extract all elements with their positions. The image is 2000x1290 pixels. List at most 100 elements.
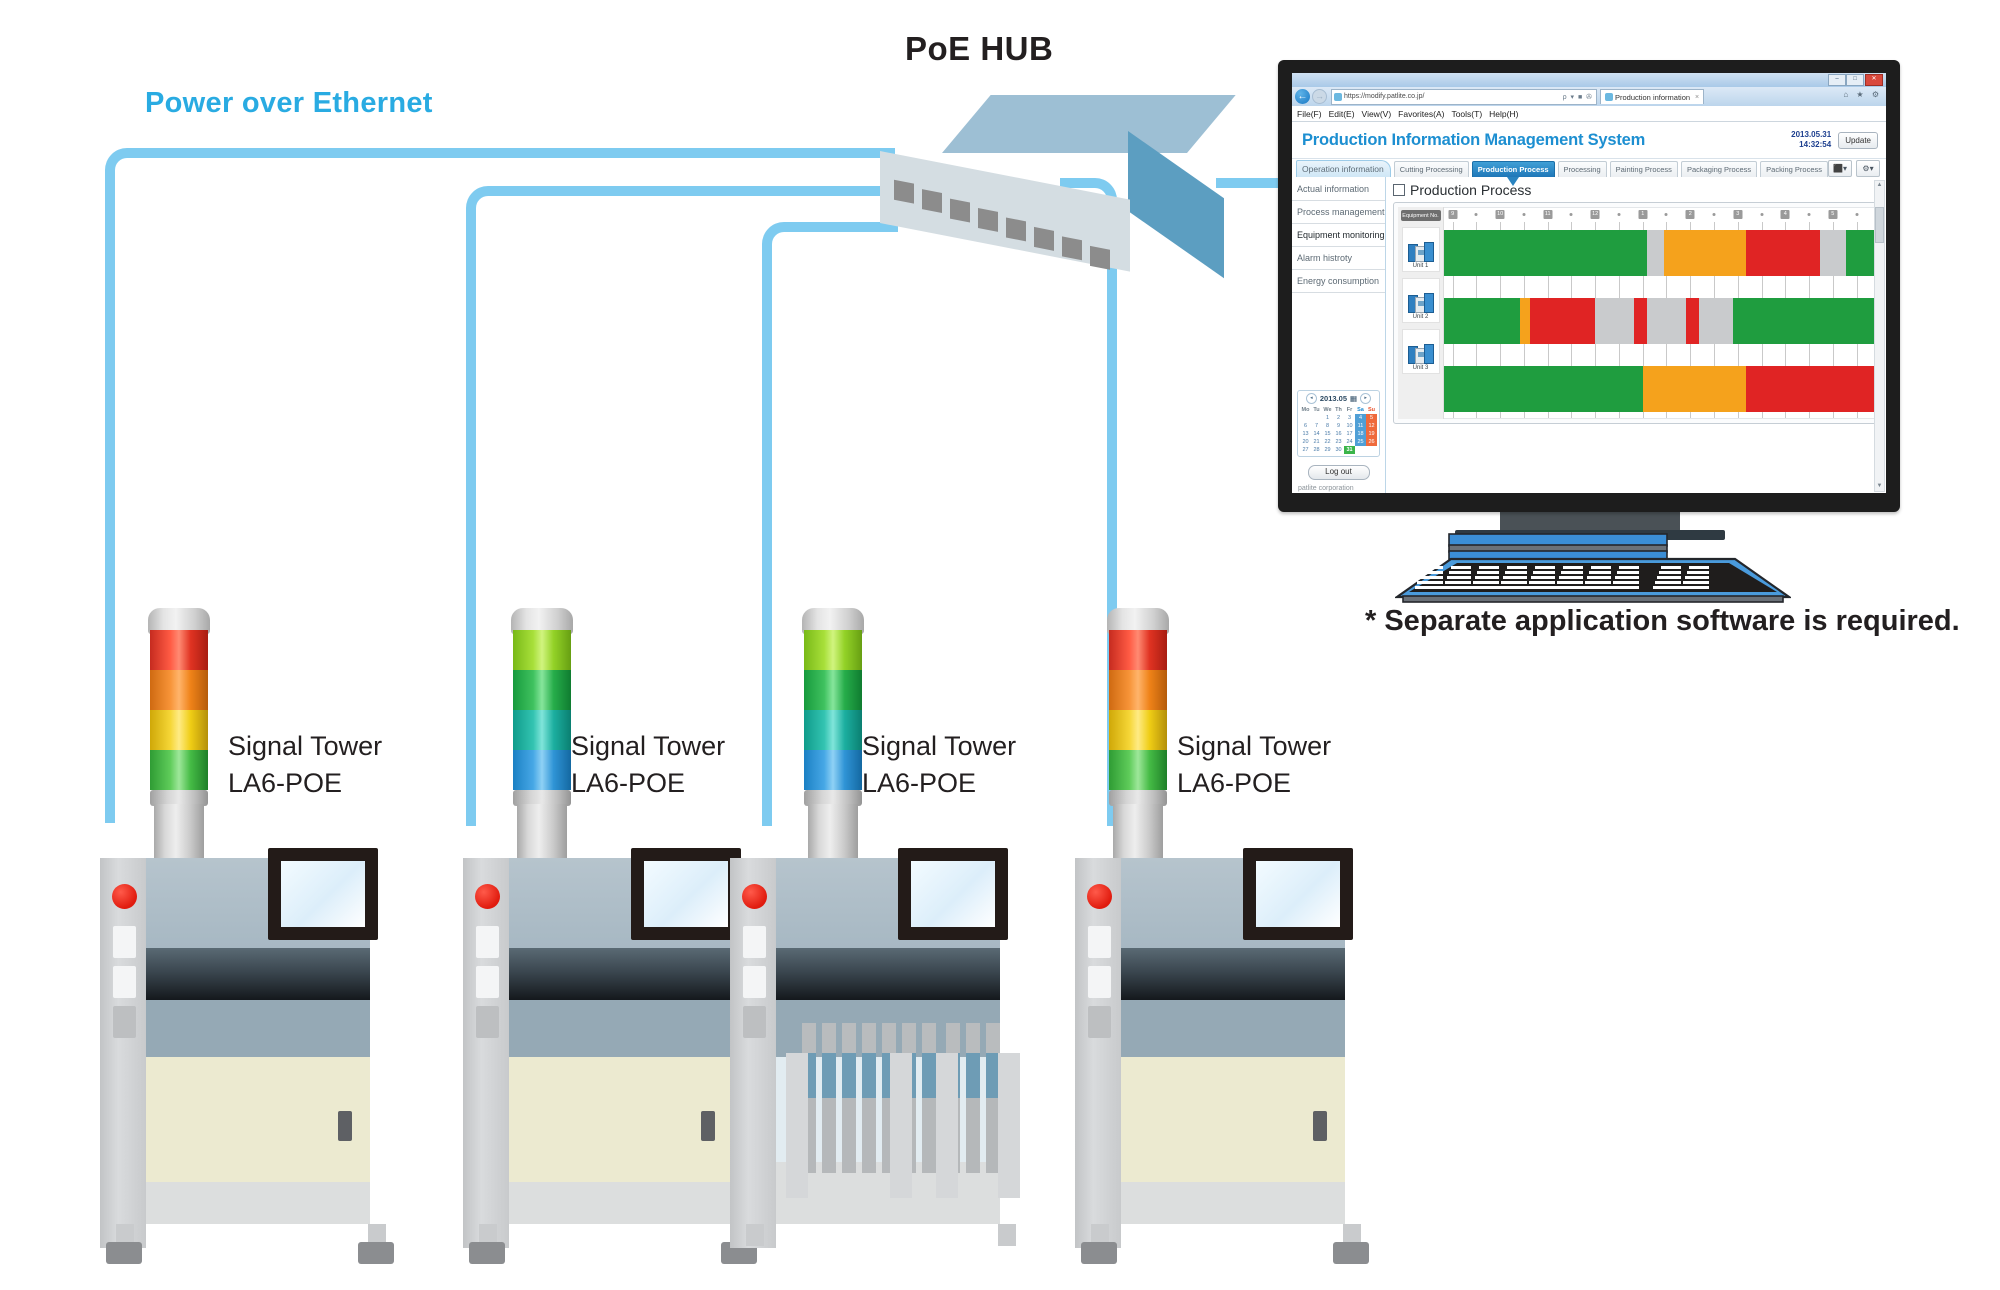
tab-production-process[interactable]: Production Process [1471,161,1555,186]
calendar-day[interactable]: 27 [1300,446,1311,454]
calendar-day[interactable]: 14 [1311,430,1322,438]
chart-segment-idle[interactable] [1595,298,1635,344]
chart-segment-idle[interactable] [1647,230,1665,276]
sidebar-item-equipment-monitoring[interactable]: Equipment monitoring [1292,224,1385,247]
calendar-day[interactable]: 24 [1344,438,1355,446]
forward-arrow-icon[interactable]: → [1312,89,1327,104]
sidebar-item-alarm-history[interactable]: Alarm histroty [1292,247,1385,270]
gear-icon[interactable]: ⚙▾ [1856,160,1880,177]
chart-segment-warning[interactable] [1664,230,1747,276]
calendar-day[interactable]: 22 [1322,438,1333,446]
tab-operation-information[interactable]: Operation information [1296,160,1391,177]
chart-segment-warning[interactable] [1642,366,1747,412]
chart-segment-idle[interactable] [1698,298,1734,344]
folder-icon[interactable]: ⬛▾ [1828,160,1852,177]
calendar-day[interactable] [1366,446,1377,454]
calendar-day[interactable]: 3 [1344,414,1355,422]
tab-close-icon[interactable]: × [1695,94,1699,101]
machine-button[interactable] [1088,966,1111,998]
machine-button[interactable] [476,966,499,998]
calendar-day[interactable]: 18 [1355,430,1366,438]
calendar-day[interactable]: 21 [1311,438,1322,446]
machine-button[interactable] [113,1006,136,1038]
calendar-prev-icon[interactable]: ◂ [1305,393,1317,404]
calendar-day[interactable]: 7 [1311,422,1322,430]
machine-button[interactable] [743,966,766,998]
back-arrow-icon[interactable]: ← [1295,89,1310,104]
calendar-day[interactable]: 17 [1344,430,1355,438]
equipment-card-unit-3[interactable]: Unit 3 [1401,329,1440,374]
calendar-day[interactable]: 26 [1366,438,1377,446]
scroll-up-icon[interactable]: ▲ [1875,181,1884,190]
scroll-down-icon[interactable]: ▼ [1875,482,1884,491]
chart-scrollbar[interactable]: ▲ ▼ [1874,180,1885,492]
browser-toolbar-icons[interactable]: ⌂ ★ ⚙ [1843,90,1882,99]
calendar-day[interactable]: 8 [1322,422,1333,430]
tab-packing-process[interactable]: Packing Process [1760,161,1828,177]
calendar-widget[interactable]: ◂ 2013.05 ▦ ▸ Mo Tu We Th Fr Sa Su 1 2 3… [1297,390,1380,457]
calendar-day[interactable]: 6 [1300,422,1311,430]
calendar-day[interactable]: 25 [1355,438,1366,446]
sidebar-item-actual-information[interactable]: Actual information [1292,178,1385,201]
machine-hmi-screen[interactable] [631,848,741,940]
browser-tab[interactable]: Production information × [1600,89,1705,104]
machine-hmi-screen[interactable] [1243,848,1353,940]
sidebar-item-energy-consumption[interactable]: Energy consumption [1292,270,1385,293]
address-bar[interactable]: https://modify.patlite.co.jp/ ρ ▾ ■ ✇ [1331,88,1597,105]
calendar-day[interactable]: 16 [1333,430,1344,438]
chart-segment-running[interactable] [1733,298,1876,344]
calendar-day[interactable]: 11 [1355,422,1366,430]
tab-cutting-processing[interactable]: Cutting Processing [1393,161,1469,177]
calendar-day[interactable]: 28 [1311,446,1322,454]
machine-button[interactable] [476,1006,499,1038]
machine-button[interactable] [743,1006,766,1038]
chart-segment-alarm[interactable] [1746,366,1876,412]
menu-view[interactable]: View(V) [1362,109,1392,119]
calendar-day[interactable] [1311,414,1322,422]
calendar-day[interactable]: 2 [1333,414,1344,422]
update-button[interactable]: Update [1838,131,1878,149]
calendar-day[interactable]: 23 [1333,438,1344,446]
machine-button[interactable] [743,926,766,958]
equipment-card-unit-1[interactable]: Unit 1 [1401,227,1440,272]
calendar-next-icon[interactable]: ▸ [1360,393,1372,404]
chart-segment-idle[interactable] [1819,230,1846,276]
calendar-day[interactable]: 12 [1366,422,1377,430]
calendar-day[interactable]: 1 [1322,414,1333,422]
machine-hmi-screen[interactable] [268,848,378,940]
tab-packaging-process[interactable]: Packaging Process [1680,161,1758,177]
machine-button[interactable] [476,926,499,958]
machine-button[interactable] [1088,1006,1111,1038]
chart-segment-alarm[interactable] [1634,298,1648,344]
chart-segment-alarm[interactable] [1685,298,1699,344]
chart-segment-alarm[interactable] [1746,230,1820,276]
calendar-day[interactable]: 4 [1355,414,1366,422]
chart-segment-running[interactable] [1444,298,1520,344]
sidebar-item-process-management[interactable]: Process management [1292,201,1385,224]
logout-button[interactable]: Log out [1307,465,1370,480]
machine-button[interactable] [113,926,136,958]
close-button[interactable]: ✕ [1865,74,1883,86]
minimize-button[interactable]: – [1828,74,1846,86]
calendar-day[interactable]: 10 [1344,422,1355,430]
calendar-icon[interactable]: ▦ [1350,394,1357,403]
menu-tools[interactable]: Tools(T) [1451,109,1482,119]
calendar-day[interactable]: 20 [1300,438,1311,446]
menu-favorites[interactable]: Favorites(A) [1398,109,1444,119]
chart-segment-alarm[interactable] [1530,298,1596,344]
chart-segment-running[interactable] [1845,230,1876,276]
tab-processing[interactable]: Processing [1557,161,1607,177]
calendar-day[interactable]: 9 [1333,422,1344,430]
machine-hmi-screen[interactable] [898,848,1008,940]
maximize-button[interactable]: □ [1846,74,1864,86]
calendar-day[interactable]: 15 [1322,430,1333,438]
chart-segment-warning[interactable] [1519,298,1531,344]
calendar-day[interactable] [1355,446,1366,454]
calendar-day[interactable]: 19 [1366,430,1377,438]
calendar-day[interactable] [1300,414,1311,422]
scroll-thumb[interactable] [1875,207,1884,243]
menu-help[interactable]: Help(H) [1489,109,1518,119]
tab-painting-process[interactable]: Painting Process [1609,161,1678,177]
machine-button[interactable] [113,966,136,998]
panel-checkbox[interactable] [1393,184,1405,196]
